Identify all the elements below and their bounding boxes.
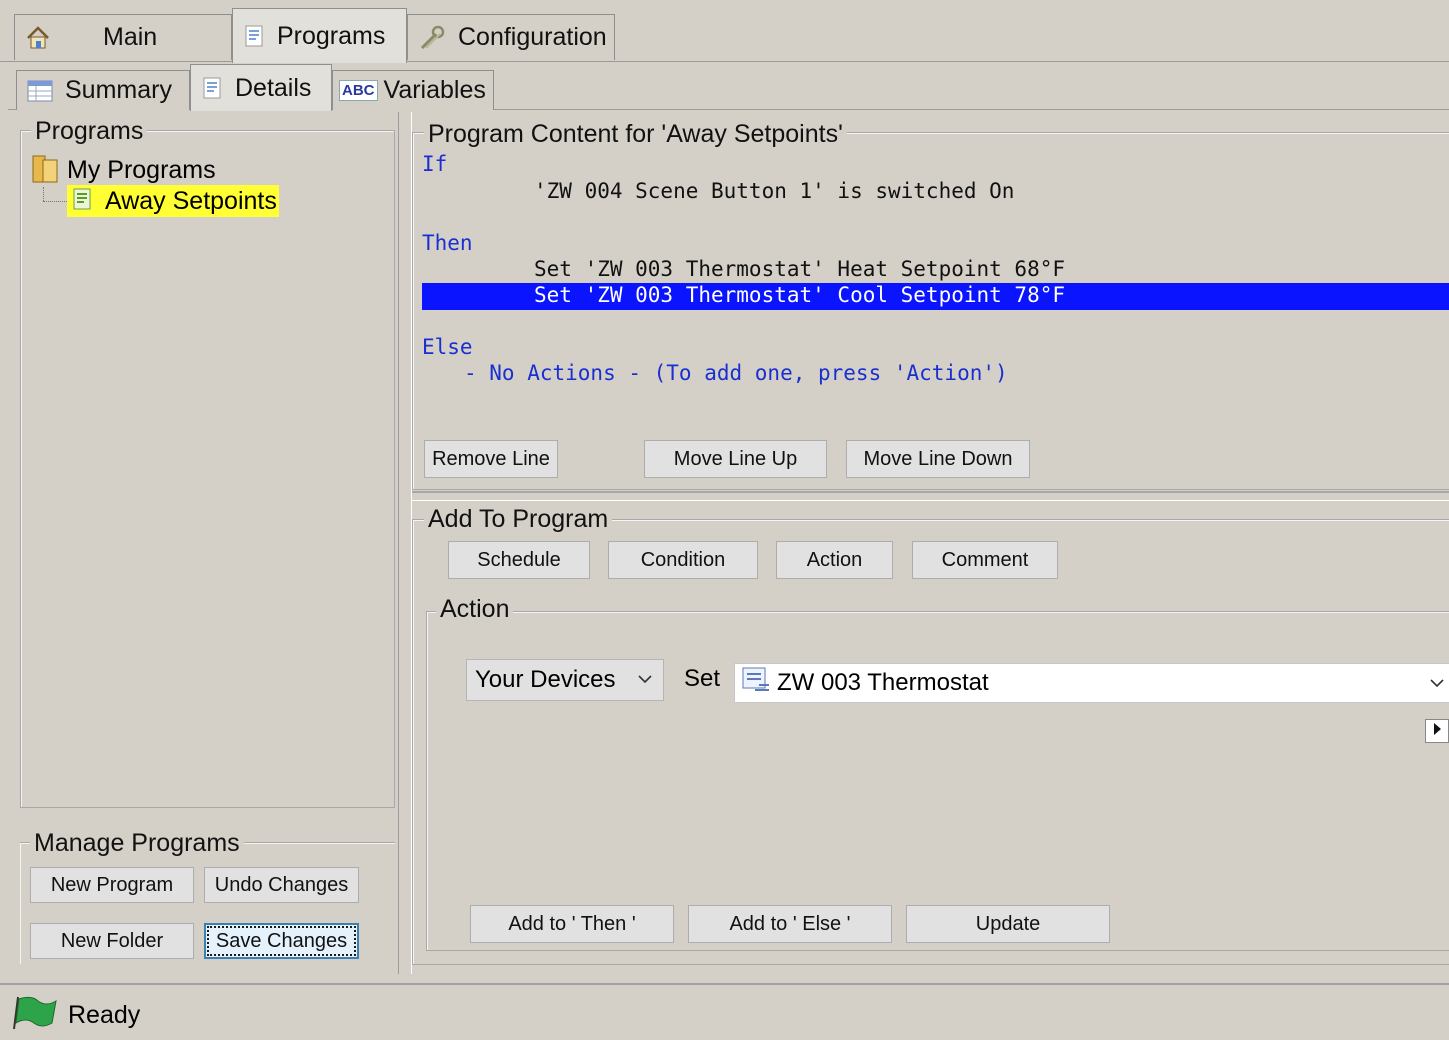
tab-main[interactable]: Main bbox=[14, 14, 232, 60]
schedule-button[interactable]: Schedule bbox=[448, 541, 590, 579]
tree-connector bbox=[43, 201, 67, 202]
home-icon bbox=[25, 25, 51, 51]
code-then-keyword[interactable]: Then bbox=[422, 231, 473, 255]
code-if-condition[interactable]: 'ZW 004 Scene Button 1' is switched On bbox=[534, 179, 1014, 203]
tab-summary-label: Summary bbox=[65, 76, 172, 104]
add-to-program-title: Add To Program bbox=[424, 505, 613, 534]
wrench-icon bbox=[418, 24, 446, 52]
move-line-up-button[interactable]: Move Line Up bbox=[644, 440, 827, 478]
program-icon bbox=[201, 76, 223, 100]
tab-configuration[interactable]: Configuration bbox=[407, 14, 615, 60]
comment-button[interactable]: Comment bbox=[912, 541, 1058, 579]
program-content-panel: Program Content for 'Away Setpoints' If … bbox=[412, 118, 1449, 493]
status-bar: Ready bbox=[0, 983, 1449, 1040]
program-icon bbox=[71, 187, 93, 216]
add-to-then-button[interactable]: Add to ' Then ' bbox=[470, 905, 674, 943]
update-button[interactable]: Update bbox=[906, 905, 1110, 943]
tab-variables[interactable]: ABC Variables bbox=[332, 70, 494, 110]
condition-button[interactable]: Condition bbox=[608, 541, 758, 579]
tab-programs[interactable]: Programs bbox=[232, 8, 407, 63]
abc-icon: ABC bbox=[339, 80, 378, 101]
action-group-title: Action bbox=[436, 595, 514, 624]
folder-icon bbox=[31, 152, 61, 189]
new-program-button[interactable]: New Program bbox=[30, 867, 194, 903]
status-text: Ready bbox=[68, 1001, 141, 1029]
code-then-action-1[interactable]: Set 'ZW 003 Thermostat' Heat Setpoint 68… bbox=[534, 257, 1065, 281]
sub-tab-bar: Summary Details ABC Variables bbox=[8, 62, 1449, 111]
device-source-value: Your Devices bbox=[475, 666, 616, 693]
manage-programs-panel: Manage Programs New Program Undo Changes… bbox=[20, 829, 395, 964]
add-to-program-panel: Add To Program Schedule Condition Action… bbox=[412, 500, 1449, 974]
expand-arrow-button[interactable] bbox=[1425, 719, 1449, 743]
save-changes-button[interactable]: Save Changes bbox=[204, 923, 359, 959]
add-to-else-button[interactable]: Add to ' Else ' bbox=[688, 905, 892, 943]
manage-programs-title: Manage Programs bbox=[30, 829, 244, 858]
green-flag-icon bbox=[12, 995, 58, 1036]
program-icon bbox=[243, 24, 265, 48]
tab-summary[interactable]: Summary bbox=[16, 70, 190, 110]
set-label: Set bbox=[684, 665, 721, 692]
tab-programs-label: Programs bbox=[277, 21, 386, 50]
code-else-keyword[interactable]: Else bbox=[422, 335, 473, 359]
splitter-vertical[interactable] bbox=[398, 112, 412, 974]
top-tab-bar: Main Programs Configuration bbox=[0, 0, 1449, 63]
programs-tree-title: Programs bbox=[31, 117, 148, 146]
triangle-right-icon bbox=[1432, 722, 1442, 741]
tab-details[interactable]: Details bbox=[190, 64, 332, 111]
programs-tree-panel: Programs My Programs Away Setpoints bbox=[20, 117, 395, 808]
tab-main-label: Main bbox=[103, 23, 158, 51]
device-select-value: ZW 003 Thermostat bbox=[777, 669, 989, 696]
device-select[interactable]: ZW 003 Thermostat bbox=[734, 663, 1449, 703]
move-line-down-button[interactable]: Move Line Down bbox=[846, 440, 1030, 478]
new-folder-button[interactable]: New Folder bbox=[30, 923, 194, 959]
tree-folder-label: My Programs bbox=[67, 155, 216, 184]
code-then-action-2[interactable]: Set 'ZW 003 Thermostat' Cool Setpoint 78… bbox=[534, 283, 1065, 307]
tree-folder-my-programs[interactable]: My Programs bbox=[31, 153, 331, 187]
device-list-icon bbox=[741, 666, 771, 701]
tab-variables-label: Variables bbox=[383, 76, 486, 104]
device-source-select[interactable]: Your Devices bbox=[466, 659, 664, 701]
table-icon bbox=[27, 80, 53, 102]
tab-details-label: Details bbox=[235, 73, 312, 102]
undo-changes-button[interactable]: Undo Changes bbox=[204, 867, 359, 903]
code-else-placeholder[interactable]: - No Actions - (To add one, press 'Actio… bbox=[464, 361, 1008, 385]
tree-item-away-setpoints[interactable]: Away Setpoints bbox=[67, 185, 279, 217]
chevron-down-icon bbox=[637, 666, 653, 699]
program-content-title: Program Content for 'Away Setpoints' bbox=[424, 120, 847, 149]
tree-connector bbox=[43, 187, 45, 201]
remove-line-button[interactable]: Remove Line bbox=[424, 440, 558, 478]
tree-item-label: Away Setpoints bbox=[105, 186, 277, 215]
chevron-down-icon bbox=[1429, 670, 1445, 703]
code-if-keyword[interactable]: If bbox=[422, 152, 447, 176]
tab-configuration-label: Configuration bbox=[458, 23, 607, 51]
action-button[interactable]: Action bbox=[776, 541, 893, 579]
